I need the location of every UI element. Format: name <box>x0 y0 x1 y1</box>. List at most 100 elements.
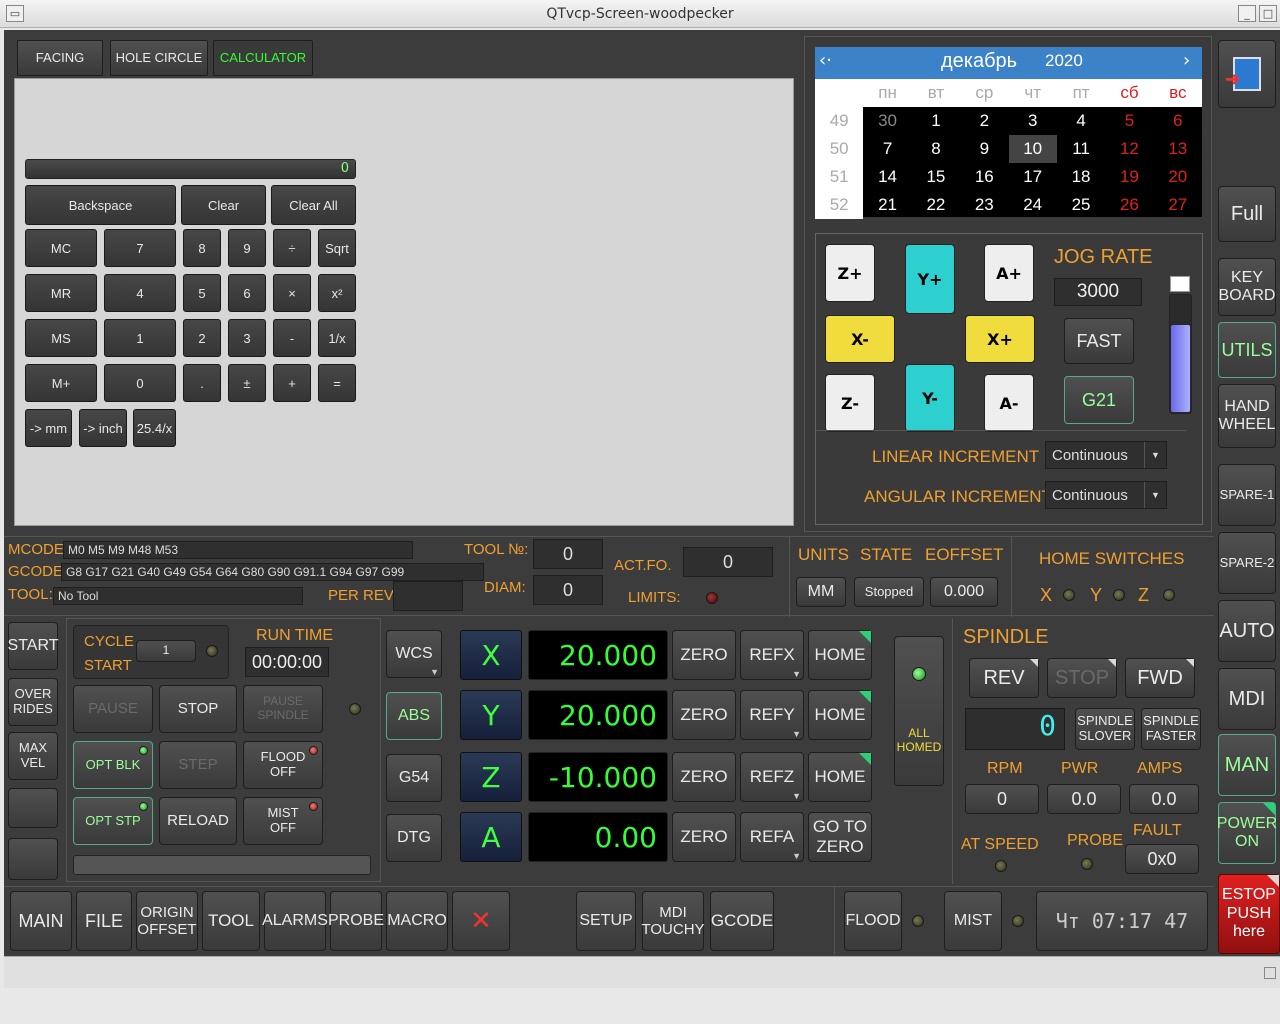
ref-button[interactable]: REFY ▼ <box>740 690 804 740</box>
opt-blk-button[interactable]: OPT BLK <box>73 741 153 789</box>
start-button[interactable]: START <box>8 622 58 670</box>
dtg-button[interactable]: DTG <box>386 814 442 862</box>
angular-increment-select[interactable]: Continuous ▼ <box>1045 481 1167 509</box>
origin-offset-button[interactable]: ORIGIN OFFSET <box>136 891 198 951</box>
calendar-month[interactable]: декабрь <box>941 50 1017 73</box>
axis-label[interactable]: Z <box>460 752 522 802</box>
jog-x-plus-button[interactable]: X+ <box>965 315 1035 363</box>
calendar-day[interactable]: 4 <box>1057 107 1105 135</box>
calc-key[interactable]: 6 <box>228 274 266 312</box>
calendar-day[interactable]: 12 <box>1105 135 1153 163</box>
zero-button[interactable]: ZERO <box>672 690 736 740</box>
calendar-day[interactable]: 26 <box>1105 191 1153 219</box>
calendar-day[interactable]: 22 <box>912 191 960 219</box>
home-button[interactable]: HOME <box>808 752 872 802</box>
probe-button[interactable]: PROBE <box>328 891 384 951</box>
calc-key[interactable]: - <box>273 319 311 357</box>
wcs-button[interactable]: WCS ▼ <box>386 630 442 678</box>
calc-key[interactable]: Sqrt <box>318 229 356 267</box>
calc-key[interactable]: MC <box>25 229 97 267</box>
spindle-faster-button[interactable]: SPINDLE FASTER <box>1141 708 1201 750</box>
file-button[interactable]: FILE <box>76 891 132 951</box>
calc-key[interactable]: = <box>318 364 356 402</box>
calendar-day[interactable]: 25 <box>1057 191 1105 219</box>
pause-button[interactable]: PAUSE <box>73 685 153 733</box>
calc-key[interactable]: × <box>273 274 311 312</box>
abs-button[interactable]: ABS <box>386 692 442 740</box>
calendar-day[interactable]: 14 <box>863 163 911 191</box>
gcode-button[interactable]: GCODE <box>710 891 774 951</box>
power-on-button[interactable]: POWER ON <box>1217 802 1277 864</box>
next-month-icon[interactable]: › <box>1183 50 1190 71</box>
spindle-stop-button[interactable]: STOP <box>1047 658 1117 698</box>
calendar-day[interactable]: 21 <box>863 191 911 219</box>
axis-label[interactable]: X <box>460 630 522 680</box>
calendar-day[interactable]: 5 <box>1105 107 1153 135</box>
spare2-button[interactable]: SPARE-2 <box>1218 532 1276 594</box>
linear-dropdown-icon[interactable]: ▼ <box>1144 442 1166 468</box>
calc-key[interactable]: 1 <box>104 319 176 357</box>
calc-key[interactable]: 2 <box>183 319 221 357</box>
calendar-day[interactable]: 27 <box>1154 191 1202 219</box>
pause-spindle-button[interactable]: PAUSE SPINDLE <box>243 685 323 733</box>
man-button[interactable]: MAN <box>1218 734 1276 796</box>
utils-button[interactable]: UTILS <box>1218 322 1276 378</box>
estop-button[interactable]: ESTOP PUSH here <box>1218 874 1280 954</box>
blank-button-1[interactable] <box>8 788 58 828</box>
fast-button[interactable]: FAST <box>1064 318 1134 364</box>
calc-key[interactable]: 3 <box>228 319 266 357</box>
tab-facing[interactable]: FACING <box>17 40 103 76</box>
jog-y-minus-button[interactable]: Y- <box>905 364 955 432</box>
calendar-day[interactable]: 23 <box>960 191 1008 219</box>
mist-button[interactable]: MIST <box>944 891 1002 951</box>
minimize-icon[interactable]: _ <box>1238 5 1256 22</box>
mdi-touchy-button[interactable]: MDI TOUCHY <box>641 891 705 951</box>
calendar-day[interactable]: 15 <box>912 163 960 191</box>
exit-button[interactable]: ➜ <box>1218 40 1276 108</box>
calendar-day[interactable]: 6 <box>1154 107 1202 135</box>
zero-button[interactable]: ZERO <box>672 752 736 802</box>
calc-key[interactable]: 0 <box>104 364 176 402</box>
calc-key[interactable]: 7 <box>104 229 176 267</box>
clear-button[interactable]: Clear <box>181 185 266 225</box>
spindle-fwd-button[interactable]: FWD <box>1125 658 1195 698</box>
calendar-day[interactable]: 7 <box>863 135 911 163</box>
opt-stp-button[interactable]: OPT STP <box>73 797 153 845</box>
g54-button[interactable]: G54 <box>386 754 442 802</box>
calc-key[interactable]: x² <box>318 274 356 312</box>
jog-rate-slider-handle[interactable] <box>1170 276 1190 292</box>
macro-button[interactable]: MACRO <box>386 891 448 951</box>
maxvel-button[interactable]: MAX VEL <box>8 732 58 780</box>
calc-key[interactable]: MS <box>25 319 97 357</box>
maximize-icon[interactable]: □ <box>1259 5 1277 22</box>
handwheel-button[interactable]: HAND WHEEL <box>1218 384 1276 448</box>
calendar-day[interactable]: 17 <box>1009 163 1057 191</box>
calendar-day[interactable]: 24 <box>1009 191 1057 219</box>
mist-off-button[interactable]: MIST OFF <box>243 797 323 845</box>
calc-key[interactable]: 1/x <box>318 319 356 357</box>
calendar-day[interactable]: 1 <box>912 107 960 135</box>
spindle-rev-button[interactable]: REV <box>969 658 1039 698</box>
calendar-year[interactable]: 2020 <box>1045 51 1083 71</box>
calc-key[interactable]: 8 <box>183 229 221 267</box>
calendar-day[interactable]: 30 <box>863 107 911 135</box>
ref-button[interactable]: REFZ ▼ <box>740 752 804 802</box>
calc-key[interactable]: + <box>273 364 311 402</box>
overrides-button[interactable]: OVER RIDES <box>8 678 58 726</box>
conversion-button[interactable]: 25.4/x <box>133 409 176 447</box>
calendar-day[interactable]: 11 <box>1057 135 1105 163</box>
settings-tools-button[interactable]: ✕ <box>452 891 510 951</box>
calendar-day[interactable]: 20 <box>1154 163 1202 191</box>
jog-z-plus-button[interactable]: Z+ <box>825 244 875 302</box>
cycle-start-button[interactable]: CYCLE START 1 <box>73 625 229 679</box>
full-button[interactable]: Full <box>1218 186 1276 242</box>
jog-a-minus-button[interactable]: A- <box>984 374 1034 432</box>
flood-button[interactable]: FLOOD <box>844 891 902 951</box>
linear-increment-select[interactable]: Continuous ▼ <box>1045 441 1167 469</box>
g21-button[interactable]: G21 <box>1064 376 1134 424</box>
reload-button[interactable]: RELOAD <box>159 797 237 845</box>
calendar-day[interactable]: 8 <box>912 135 960 163</box>
spindle-slower-button[interactable]: SPINDLE SLOVER <box>1075 708 1135 750</box>
calendar-day[interactable]: 19 <box>1105 163 1153 191</box>
ref-button[interactable]: REFX ▼ <box>740 630 804 680</box>
